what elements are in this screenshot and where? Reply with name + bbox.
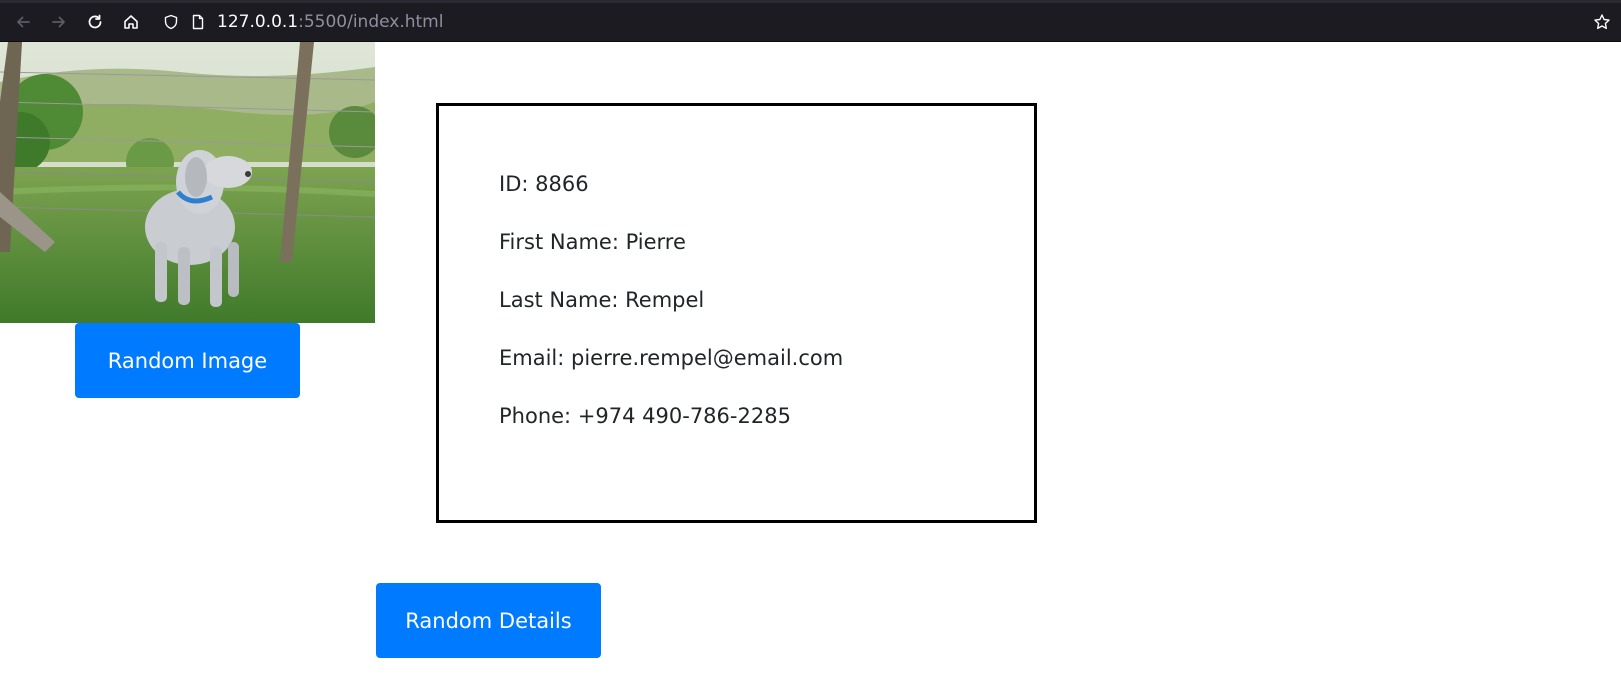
detail-email-value: pierre.rempel@email.com <box>571 346 844 370</box>
details-card: ID: 8866 First Name: Pierre Last Name: R… <box>436 103 1037 523</box>
detail-first-name-label: First Name: <box>499 230 626 254</box>
home-icon[interactable] <box>117 8 145 36</box>
url-bar[interactable]: 127.0.0.1:5500/index.html <box>155 5 1611 39</box>
dog-photo <box>0 42 375 323</box>
detail-id-label: ID: <box>499 172 536 196</box>
reload-icon[interactable] <box>81 8 109 36</box>
page-content: Random Image ID: 8866 First Name: Pierre… <box>0 42 1621 694</box>
url-text[interactable]: 127.0.0.1:5500/index.html <box>217 12 443 32</box>
detail-last-name: Last Name: Rempel <box>499 287 704 313</box>
detail-last-name-value: Rempel <box>625 288 705 312</box>
detail-id-value: 8866 <box>535 172 589 196</box>
back-icon[interactable] <box>9 8 37 36</box>
detail-email: Email: pierre.rempel@email.com <box>499 345 843 371</box>
detail-email-label: Email: <box>499 346 572 370</box>
random-details-button[interactable]: Random Details <box>376 583 601 658</box>
random-image-button[interactable]: Random Image <box>75 323 300 398</box>
url-host: 127.0.0.1 <box>217 12 299 32</box>
page-icon[interactable] <box>190 14 206 30</box>
detail-phone-label: Phone: <box>499 404 578 428</box>
detail-phone-value: +974 490-786-2285 <box>577 404 791 428</box>
detail-first-name-value: Pierre <box>625 230 686 254</box>
bookmark-star-icon[interactable] <box>1588 8 1616 36</box>
url-path: :5500/index.html <box>298 12 444 32</box>
browser-toolbar: 127.0.0.1:5500/index.html <box>0 0 1621 42</box>
shield-icon[interactable] <box>163 14 179 30</box>
forward-icon[interactable] <box>45 8 73 36</box>
detail-phone: Phone: +974 490-786-2285 <box>499 403 791 429</box>
detail-id: ID: 8866 <box>499 171 589 197</box>
toolbar-top-edge <box>0 0 1621 3</box>
detail-first-name: First Name: Pierre <box>499 229 686 255</box>
detail-last-name-label: Last Name: <box>499 288 626 312</box>
